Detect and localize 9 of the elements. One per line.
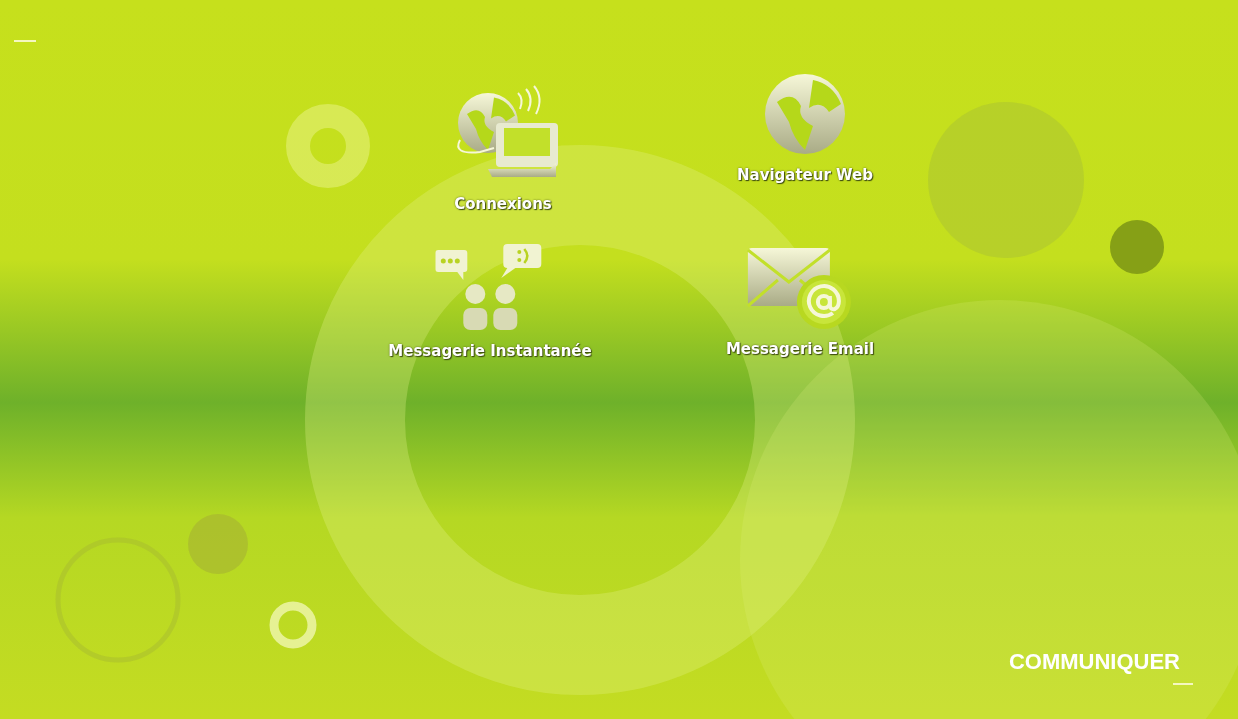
- decor-dot: [188, 514, 248, 574]
- decor-dot: [1110, 220, 1164, 274]
- launcher-button[interactable]: Messagerie Instantanée: [388, 244, 592, 360]
- section-title: COMMUNIQUER: [1008, 649, 1180, 675]
- launcher-button[interactable]: Connexions: [448, 85, 558, 213]
- launcher-button[interactable]: Navigateur Web: [737, 72, 873, 184]
- decor-ring: [269, 601, 317, 649]
- launcher-button[interactable]: Messagerie Email: [725, 244, 875, 358]
- globe-icon: [763, 72, 847, 156]
